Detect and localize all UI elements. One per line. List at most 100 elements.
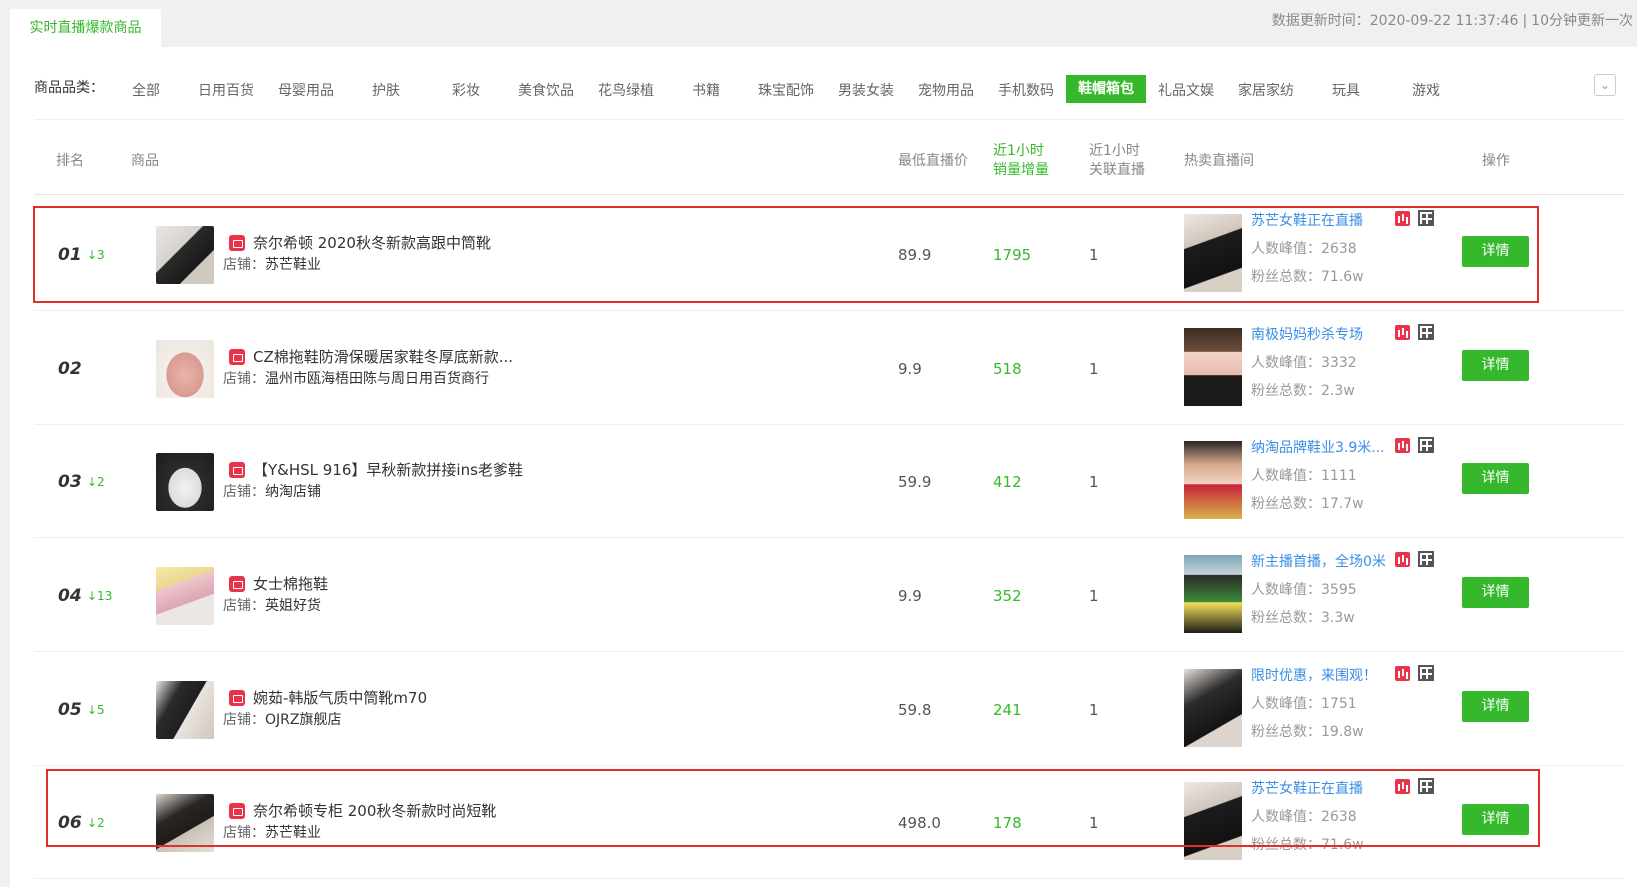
header-product: 商品 [131,152,159,169]
category-item[interactable]: 日用百货 [186,77,266,105]
product-title-line[interactable]: 奈尔希顿专柜 200秋冬新款时尚短靴 [229,800,496,821]
qr-code-icon[interactable] [1418,778,1434,794]
hourly-lives-value: 1 [1089,245,1099,264]
detail-button[interactable]: 详情 [1462,463,1529,494]
stats-chart-icon[interactable] [1395,552,1410,567]
category-item[interactable]: 礼品文娱 [1146,77,1226,105]
table-row: 05 ↓5 婉茹-韩版气质中筒靴m70 店铺：OJRZ旗舰店 59.8 241 … [34,653,1624,766]
live-room-thumbnail[interactable] [1184,555,1242,633]
live-room-name[interactable]: 限时优惠，来围观！ [1251,665,1377,685]
category-item[interactable]: 手机数码 [986,77,1066,105]
product-title[interactable]: 婉茹-韩版气质中筒靴m70 [253,687,427,708]
category-item[interactable]: 珠宝配饰 [746,77,826,105]
detail-button[interactable]: 详情 [1462,577,1529,608]
product-thumbnail[interactable] [156,453,214,511]
detail-button[interactable]: 详情 [1462,236,1529,267]
stats-chart-icon[interactable] [1395,211,1410,226]
qr-code-icon[interactable] [1418,210,1434,226]
header-price[interactable]: 最低直播价 [898,127,968,195]
category-item[interactable]: 护肤 [346,77,426,105]
product-title-line[interactable]: 女士棉拖鞋 [229,573,328,594]
shop-label: 店铺： [223,484,265,500]
category-item[interactable]: 书籍 [666,77,746,105]
shop-line: 店铺：苏芒鞋业 [223,254,321,274]
header-hourly-lives[interactable]: 近1小时 关联直播 [1089,127,1145,195]
hourly-lives-value: 1 [1089,472,1099,491]
stats-chart-icon[interactable] [1395,779,1410,794]
hourly-sales-value: 518 [993,359,1022,378]
shop-label: 店铺： [223,257,265,273]
live-room-thumbnail[interactable] [1184,782,1242,860]
category-item[interactable]: 母婴用品 [266,77,346,105]
fans-label: 粉丝总数： [1251,724,1321,740]
qr-code-icon[interactable] [1418,437,1434,453]
qr-code-icon[interactable] [1418,665,1434,681]
viewers-value: 2638 [1321,241,1357,257]
category-item[interactable]: 游戏 [1386,77,1466,105]
category-item[interactable]: 玩具 [1306,77,1386,105]
stats-chart-icon[interactable] [1395,666,1410,681]
category-item[interactable]: 宠物用品 [906,77,986,105]
fans-value: 3.3w [1321,610,1355,626]
stats-chart-icon[interactable] [1395,438,1410,453]
table-row: 06 ↓2 奈尔希顿专柜 200秋冬新款时尚短靴 店铺：苏芒鞋业 498.0 1… [34,766,1624,879]
product-thumbnail[interactable] [156,681,214,739]
live-room-name[interactable]: 新主播首播，全场0米 [1251,551,1386,571]
live-room-name[interactable]: 苏芒女鞋正在直播 [1251,778,1363,798]
product-thumbnail[interactable] [156,340,214,398]
qr-code-icon[interactable] [1418,551,1434,567]
category-item[interactable]: 全部 [106,77,186,105]
live-room-thumbnail[interactable] [1184,214,1242,292]
fans-value: 2.3w [1321,383,1355,399]
fans-label: 粉丝总数： [1251,383,1321,399]
product-title[interactable]: 奈尔希顿专柜 200秋冬新款时尚短靴 [253,800,496,821]
fans-label: 粉丝总数： [1251,610,1321,626]
header-hourly-sales[interactable]: 近1小时 销量增量 [993,127,1049,195]
header-hourly-lives-line2: 关联直播 [1089,162,1145,178]
category-item[interactable]: 家居家纺 [1226,77,1306,105]
viewers-peak: 人数峰值：2638 [1251,238,1357,258]
category-item[interactable]: 彩妆 [426,77,506,105]
viewers-label: 人数峰值： [1251,241,1321,257]
shop-bag-icon [229,461,245,478]
detail-button[interactable]: 详情 [1462,350,1529,381]
live-room-name[interactable]: 南极妈妈秒杀专场 [1251,324,1363,344]
live-room-thumbnail[interactable] [1184,669,1242,747]
product-title-line[interactable]: 【Y&HSL 916】早秋新款拼接ins老爹鞋 [229,459,523,480]
product-title[interactable]: 奈尔希顿 2020秋冬新款高跟中筒靴 [253,232,491,253]
hourly-lives-value: 1 [1089,700,1099,719]
product-title[interactable]: 【Y&HSL 916】早秋新款拼接ins老爹鞋 [253,459,523,480]
divider [34,119,1624,120]
product-title-line[interactable]: CZ棉拖鞋防滑保暖居家鞋冬厚底新款... [229,346,513,367]
detail-button[interactable]: 详情 [1462,804,1529,835]
product-thumbnail[interactable] [156,567,214,625]
expand-categories-icon[interactable]: ⌄ [1594,74,1616,96]
category-item[interactable]: 花鸟绿植 [586,77,666,105]
fans-total: 粉丝总数：71.6w [1251,266,1364,286]
qr-code-icon[interactable] [1418,324,1434,340]
detail-button[interactable]: 详情 [1462,691,1529,722]
tab-live-hot-products[interactable]: 实时直播爆款商品 [10,9,161,47]
live-room-name[interactable]: 纳淘品牌鞋业3.9米... [1251,437,1385,457]
category-item[interactable]: 美食饮品 [506,77,586,105]
viewers-value: 3332 [1321,355,1357,371]
rank-change: ↓5 [87,702,105,717]
product-title[interactable]: CZ棉拖鞋防滑保暖居家鞋冬厚底新款... [253,346,513,367]
category-item[interactable]: 男装女装 [826,77,906,105]
price-value: 89.9 [898,245,932,264]
header-action: 操作 [1482,152,1510,169]
price-value: 9.9 [898,359,922,378]
hourly-sales-value: 1795 [993,245,1032,264]
stats-chart-icon[interactable] [1395,325,1410,340]
product-title-line[interactable]: 婉茹-韩版气质中筒靴m70 [229,687,427,708]
live-room-name[interactable]: 苏芒女鞋正在直播 [1251,210,1363,230]
category-item[interactable]: 鞋帽箱包 [1066,75,1146,103]
product-thumbnail[interactable] [156,794,214,852]
main-panel: 商品品类： 全部 日用百货 母婴用品 护肤 彩妆 美食饮品 花鸟绿植 书籍 珠宝配饰 男装女装 宠物… [10,47,1637,887]
live-room-thumbnail[interactable] [1184,328,1242,406]
product-title-line[interactable]: 奈尔希顿 2020秋冬新款高跟中筒靴 [229,232,491,253]
shop-bag-icon [229,575,245,592]
product-title[interactable]: 女士棉拖鞋 [253,573,328,594]
product-thumbnail[interactable] [156,226,214,284]
live-room-thumbnail[interactable] [1184,441,1242,519]
